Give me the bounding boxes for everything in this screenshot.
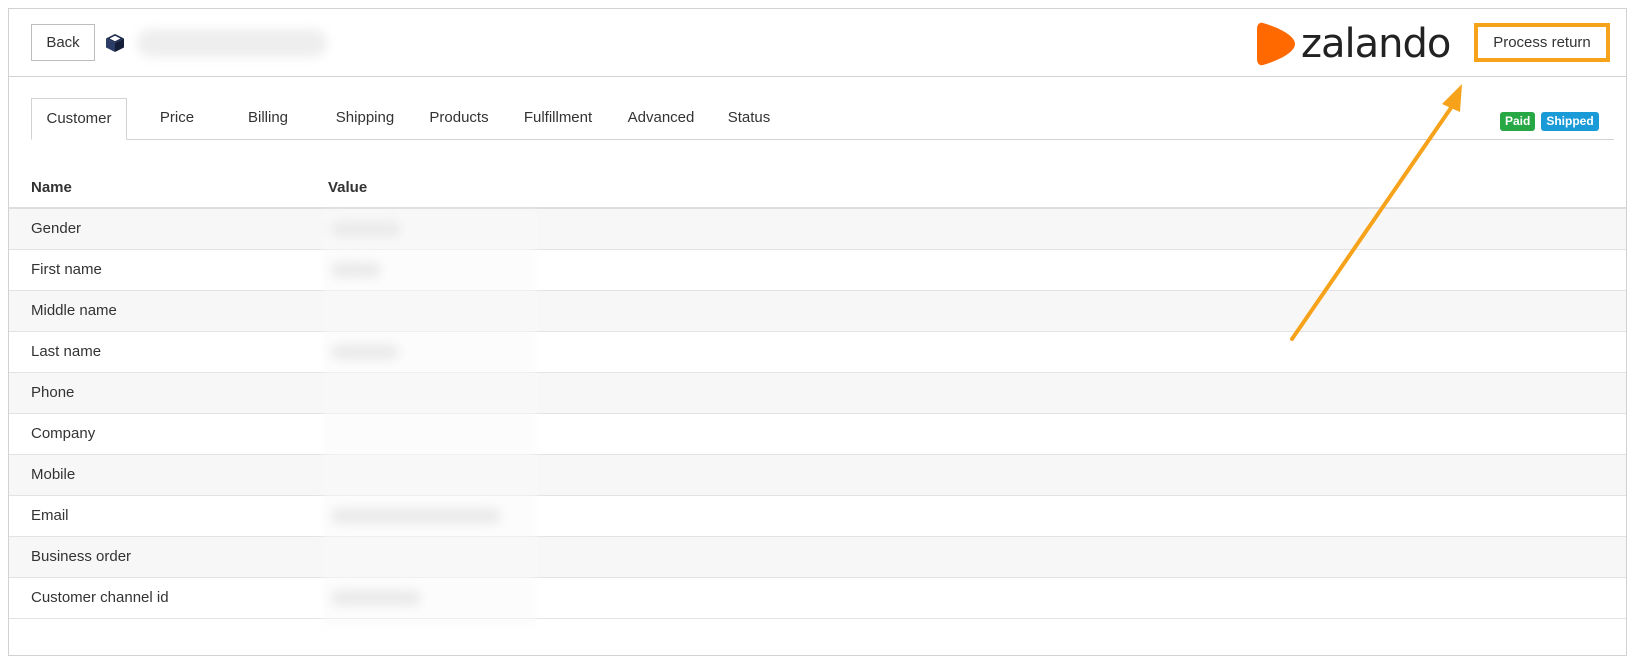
tab-products[interactable]: Products <box>419 98 499 140</box>
table-row: Business order <box>9 537 1626 578</box>
tab-billing[interactable]: Billing <box>236 98 300 140</box>
back-button[interactable]: Back <box>31 24 95 61</box>
zalando-logo: zalando <box>1257 21 1451 67</box>
zalando-logo-icon <box>1257 22 1295 66</box>
row-name: Business order <box>31 548 132 565</box>
tab-price[interactable]: Price <box>147 98 207 140</box>
table-body: Gender First name Middle name Last name … <box>9 209 1626 619</box>
name-column-header: Name <box>31 179 72 196</box>
table-row: Mobile <box>9 455 1626 496</box>
paid-badge: Paid <box>1500 112 1536 131</box>
table-header: Name Value <box>9 169 1626 209</box>
package-icon <box>106 34 124 52</box>
row-name: Company <box>31 425 96 442</box>
brand-name: zalando <box>1301 21 1451 67</box>
row-name: Gender <box>31 220 82 237</box>
row-name: Customer channel id <box>31 589 169 606</box>
tab-fulfillment[interactable]: Fulfillment <box>513 98 603 140</box>
table-row: Email <box>9 496 1626 537</box>
customer-table: Name Value Gender First name Middle name… <box>9 169 1626 619</box>
row-name: Last name <box>31 343 102 360</box>
tab-shipping[interactable]: Shipping <box>325 98 405 140</box>
shipped-badge: Shipped <box>1541 112 1599 131</box>
tab-bar: Customer Price Billing Shipping Products… <box>31 98 1614 140</box>
row-name: Phone <box>31 384 75 401</box>
table-row: Middle name <box>9 291 1626 332</box>
value-column-header: Value <box>328 179 368 196</box>
redaction-overlay <box>323 211 537 627</box>
order-id-redacted <box>137 29 327 57</box>
table-row: Company <box>9 414 1626 455</box>
row-name: Middle name <box>31 302 117 319</box>
table-row: Customer channel id <box>9 578 1626 619</box>
order-panel: Back zalando Process return Customer Pri… <box>8 8 1627 656</box>
table-row: Gender <box>9 209 1626 250</box>
tab-advanced[interactable]: Advanced <box>619 98 703 140</box>
table-row: Last name <box>9 332 1626 373</box>
panel-header: Back zalando Process return <box>9 9 1626 77</box>
order-status-badges: Paid Shipped <box>1500 112 1599 131</box>
table-row: First name <box>9 250 1626 291</box>
process-return-button[interactable]: Process return <box>1474 23 1610 62</box>
row-name: Mobile <box>31 466 76 483</box>
tab-customer[interactable]: Customer <box>31 98 127 140</box>
row-name: First name <box>31 261 102 278</box>
tab-status[interactable]: Status <box>719 98 779 140</box>
table-row: Phone <box>9 373 1626 414</box>
row-name: Email <box>31 507 69 524</box>
